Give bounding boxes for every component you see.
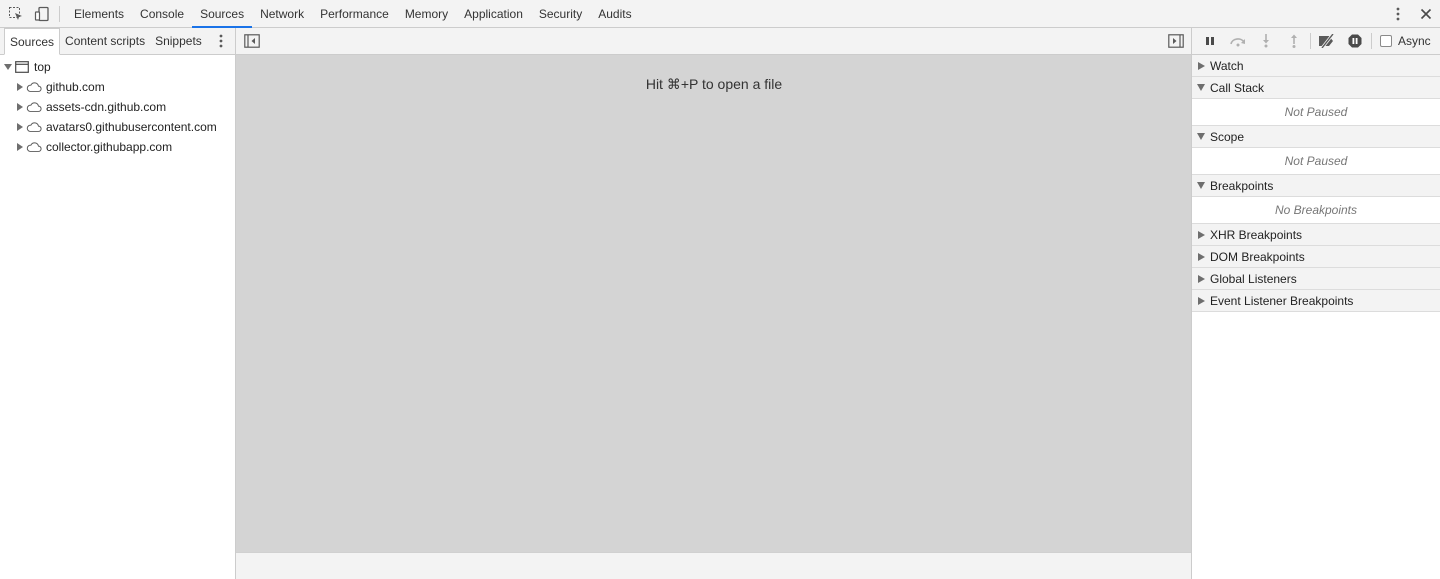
call-stack-status: Not Paused <box>1192 99 1440 126</box>
tab-network[interactable]: Network <box>252 0 312 28</box>
navigator-more-icon[interactable] <box>207 28 235 54</box>
collapsed-triangle-icon[interactable] <box>14 83 26 91</box>
tree-item-domain[interactable]: github.com <box>0 77 235 97</box>
tree-item-domain[interactable]: collector.githubapp.com <box>0 137 235 157</box>
tree-item-label: github.com <box>46 80 105 94</box>
collapsed-triangle-icon <box>1192 274 1210 283</box>
devtools-main-toolbar: Elements Console Sources Network Perform… <box>0 0 1440 28</box>
tab-application[interactable]: Application <box>456 0 531 28</box>
section-event-listener-breakpoints[interactable]: Event Listener Breakpoints <box>1192 290 1440 312</box>
section-title: Global Listeners <box>1210 271 1297 286</box>
tab-sources[interactable]: Sources <box>192 0 253 28</box>
collapsed-triangle-icon[interactable] <box>14 103 26 111</box>
tree-item-domain[interactable]: assets-cdn.github.com <box>0 97 235 117</box>
step-into-icon[interactable] <box>1252 28 1280 54</box>
section-watch[interactable]: Watch <box>1192 55 1440 77</box>
tree-item-top[interactable]: top <box>0 57 235 77</box>
async-toggle[interactable]: Async <box>1380 34 1431 48</box>
debugger-toolbar-divider <box>1371 33 1372 49</box>
editor-placeholder: Hit ⌘+P to open a file <box>236 55 1192 552</box>
collapsed-triangle-icon <box>1192 230 1210 239</box>
async-label: Async <box>1398 34 1431 48</box>
section-xhr-breakpoints[interactable]: XHR Breakpoints <box>1192 224 1440 246</box>
expanded-triangle-icon <box>1192 84 1210 91</box>
step-out-icon[interactable] <box>1280 28 1308 54</box>
collapsed-triangle-icon[interactable] <box>14 143 26 151</box>
collapsed-triangle-icon <box>1192 296 1210 305</box>
nav-tab-snippets[interactable]: Snippets <box>150 28 207 54</box>
editor-toolbar <box>236 28 1192 55</box>
scope-status: Not Paused <box>1192 148 1440 175</box>
cloud-icon <box>26 80 42 94</box>
collapsed-triangle-icon <box>1192 252 1210 261</box>
pause-on-exceptions-icon[interactable] <box>1341 28 1369 54</box>
toggle-debugger-icon[interactable] <box>1166 31 1186 51</box>
section-global-listeners[interactable]: Global Listeners <box>1192 268 1440 290</box>
tree-item-label: collector.githubapp.com <box>46 140 173 154</box>
more-options-icon[interactable] <box>1384 0 1412 28</box>
toggle-navigator-icon[interactable] <box>242 31 262 51</box>
toolbar-right-controls <box>1384 0 1440 28</box>
debugger-toolbar: Async <box>1192 28 1440 55</box>
tree-item-label: assets-cdn.github.com <box>46 100 167 114</box>
source-editor: Hit ⌘+P to open a file <box>236 28 1192 579</box>
section-call-stack[interactable]: Call Stack <box>1192 77 1440 99</box>
pause-icon[interactable] <box>1196 28 1224 54</box>
tab-performance[interactable]: Performance <box>312 0 397 28</box>
section-title: XHR Breakpoints <box>1210 227 1303 242</box>
section-title: Call Stack <box>1210 80 1265 95</box>
section-title: Breakpoints <box>1210 178 1274 193</box>
debugger-toolbar-divider <box>1310 33 1311 49</box>
collapsed-triangle-icon <box>1192 61 1210 70</box>
section-title: DOM Breakpoints <box>1210 249 1305 264</box>
section-title: Watch <box>1210 58 1244 73</box>
nav-tab-content-scripts[interactable]: Content scripts <box>60 28 150 54</box>
debugger-sidebar: Async Watch Call Stack Not Paused Scope … <box>1191 28 1440 579</box>
tree-item-label: top <box>34 60 51 74</box>
section-title: Scope <box>1210 129 1245 144</box>
tab-security[interactable]: Security <box>531 0 590 28</box>
collapsed-triangle-icon[interactable] <box>14 123 26 131</box>
tab-console[interactable]: Console <box>132 0 192 28</box>
async-checkbox[interactable] <box>1380 35 1392 47</box>
expanded-triangle-icon <box>1192 182 1210 189</box>
editor-status-bar <box>236 552 1192 579</box>
tab-audits[interactable]: Audits <box>590 0 639 28</box>
section-scope[interactable]: Scope <box>1192 126 1440 148</box>
frame-icon <box>14 60 30 74</box>
section-breakpoints[interactable]: Breakpoints <box>1192 175 1440 197</box>
panel-tabs: Elements Console Sources Network Perform… <box>66 0 640 28</box>
step-over-icon[interactable] <box>1224 28 1252 54</box>
toolbar-divider <box>59 5 60 22</box>
deactivate-breakpoints-icon[interactable] <box>1313 28 1341 54</box>
tab-elements[interactable]: Elements <box>66 0 132 28</box>
file-tree: top github.com assets-cdn.github.com ava… <box>0 55 235 157</box>
cloud-icon <box>26 140 42 154</box>
tree-item-label: avatars0.githubusercontent.com <box>46 120 217 134</box>
tree-item-domain[interactable]: avatars0.githubusercontent.com <box>0 117 235 137</box>
navigator-tabs: Sources Content scripts Snippets <box>0 28 235 55</box>
inspect-element-icon[interactable] <box>3 0 29 28</box>
nav-tab-sources[interactable]: Sources <box>4 28 61 55</box>
device-toolbar-icon[interactable] <box>29 0 55 28</box>
breakpoints-status: No Breakpoints <box>1192 197 1440 224</box>
close-icon[interactable] <box>1412 0 1440 28</box>
tab-memory[interactable]: Memory <box>397 0 456 28</box>
open-file-hint: Hit ⌘+P to open a file <box>645 76 783 92</box>
sources-navigator: Sources Content scripts Snippets top git… <box>0 28 236 579</box>
section-dom-breakpoints[interactable]: DOM Breakpoints <box>1192 246 1440 268</box>
cloud-icon <box>26 100 42 114</box>
cloud-icon <box>26 120 42 134</box>
expanded-triangle-icon[interactable] <box>2 63 14 71</box>
section-title: Event Listener Breakpoints <box>1210 293 1354 308</box>
expanded-triangle-icon <box>1192 133 1210 140</box>
